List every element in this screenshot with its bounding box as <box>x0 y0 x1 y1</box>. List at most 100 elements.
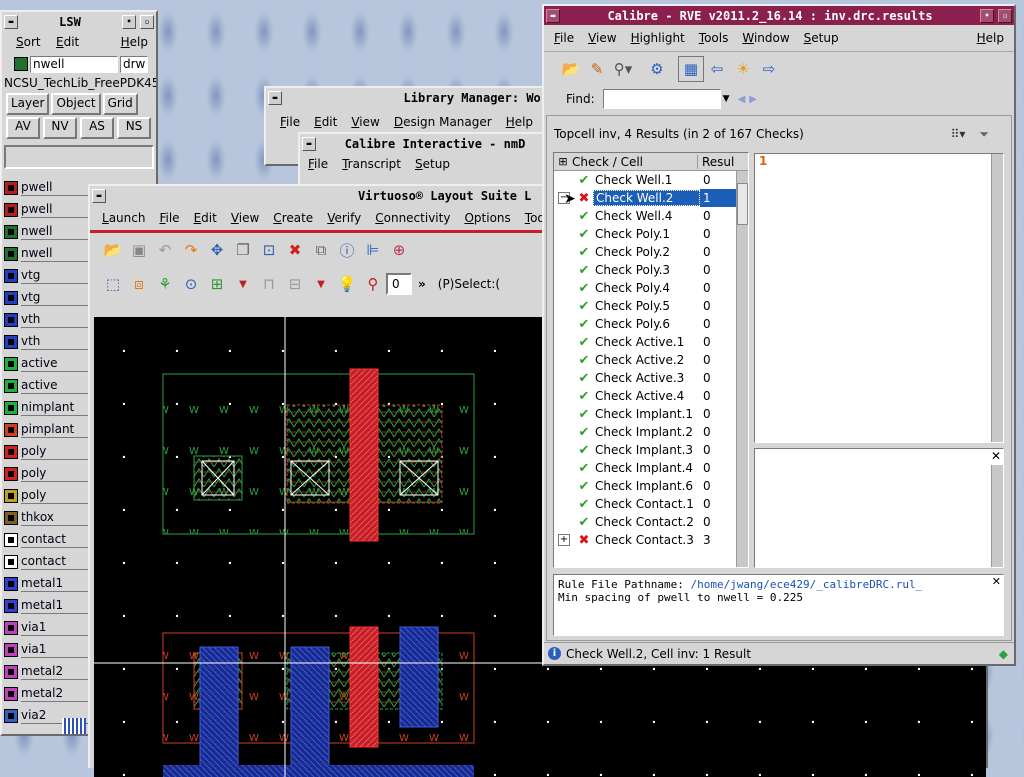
check-row[interactable]: ✔ Check Contact.1 0 <box>554 495 748 513</box>
properties-icon[interactable]: ⧉ <box>308 237 334 263</box>
menu-options[interactable]: Options <box>464 211 510 225</box>
calint-menu-transcript[interactable]: Transcript <box>342 157 401 171</box>
nv-button[interactable]: NV <box>43 117 77 139</box>
select-icon[interactable]: ⬚ <box>100 271 126 297</box>
lsw-layer-row[interactable]: contact <box>4 529 88 551</box>
lsw-layer-row[interactable]: poly <box>4 485 88 507</box>
menu-launch[interactable]: Launch <box>102 211 145 225</box>
lsw-layer-row[interactable]: nwell <box>4 221 88 243</box>
lsw-bottom-scroll[interactable] <box>62 718 86 734</box>
filter-icon[interactable]: ⏷ <box>979 127 989 142</box>
find-next-icon[interactable]: ▶ <box>749 94 757 105</box>
find-prev-icon[interactable]: ◀ <box>738 94 746 105</box>
rve-menu-highlight[interactable]: Highlight <box>631 31 685 45</box>
check-row[interactable]: ✔ Check Active.1 0 <box>554 333 748 351</box>
minimize-button[interactable]: • <box>980 8 994 23</box>
rve-titlebar[interactable]: ▬ Calibre - RVE v2011.2_16.14 : inv.drc.… <box>544 6 1014 25</box>
rve-menu-tools[interactable]: Tools <box>699 31 729 45</box>
ruler-icon[interactable]: ⊞ <box>204 271 230 297</box>
lsw-layer-row[interactable]: thkox <box>4 507 88 529</box>
check-row[interactable]: ✔ Check Poly.1 0 <box>554 225 748 243</box>
lsw-layer-row[interactable]: poly <box>4 463 88 485</box>
lsw-layer-row[interactable]: active <box>4 375 88 397</box>
info-icon[interactable]: ⓘ <box>334 237 360 263</box>
cell-scrollbar[interactable] <box>991 465 1003 567</box>
lsw-layer-row[interactable]: metal1 <box>4 573 88 595</box>
rule-file-path[interactable]: /home/jwang/ece429/_calibreDRC.rul_ <box>690 578 922 591</box>
tree-icon[interactable]: ⚘ <box>152 271 178 297</box>
lsw-titlebar[interactable]: ▬ LSW • ▫ <box>2 12 156 31</box>
check-row[interactable]: ✔ Check Active.3 0 <box>554 369 748 387</box>
calint-menu-file[interactable]: File <box>308 157 328 171</box>
window-menu-button[interactable]: ▬ <box>92 188 106 203</box>
libmgr-menu-view[interactable]: View <box>351 115 379 129</box>
check-row[interactable]: ✔ Check Well.4 0 <box>554 207 748 225</box>
menu-file[interactable]: File <box>159 211 179 225</box>
lsw-layer-row[interactable]: via1 <box>4 639 88 661</box>
check-row[interactable]: ✔ Check Active.2 0 <box>554 351 748 369</box>
back-arrow-icon[interactable]: ⇦ <box>704 56 730 82</box>
check-row[interactable]: ✔ Check Poly.3 0 <box>554 261 748 279</box>
libmgr-menu-edit[interactable]: Edit <box>314 115 337 129</box>
lsw-layer-row[interactable]: pwell <box>4 199 88 221</box>
detail-scrollbar[interactable] <box>991 154 1003 442</box>
scroll-thumb[interactable] <box>737 183 748 225</box>
menu-create[interactable]: Create <box>273 211 313 225</box>
window-menu-button[interactable]: ▬ <box>4 14 18 29</box>
check-row[interactable]: ✔ Check Poly.6 0 <box>554 315 748 333</box>
rve-menu-setup[interactable]: Setup <box>804 31 839 45</box>
result-number[interactable]: 1 <box>759 154 767 168</box>
check-row[interactable]: ✔ Check Implant.3 0 <box>554 441 748 459</box>
lsw-layer-row[interactable]: nimplant <box>4 397 88 419</box>
libmgr-titlebar[interactable]: ▬ Library Manager: Wor <box>266 88 552 107</box>
lsw-current-layer[interactable]: nwell drw <box>14 55 156 73</box>
delete-icon[interactable]: ✖ <box>282 237 308 263</box>
column-header-check[interactable]: Check / Cell <box>572 154 698 169</box>
calint-titlebar[interactable]: ▬ Calibre Interactive - nmD <box>300 134 552 153</box>
find-input[interactable] <box>602 89 721 109</box>
lsw-menu-sort[interactable]: Sort <box>16 35 41 49</box>
redo-icon[interactable]: ↷ <box>178 237 204 263</box>
rve-menu-help[interactable]: Help <box>977 31 1004 45</box>
layout-view-icon[interactable]: ⠿▾ <box>951 127 966 141</box>
lsw-layer-row[interactable]: vtg <box>4 265 88 287</box>
lightbulb-icon[interactable]: 💡 <box>334 271 360 297</box>
check-row[interactable]: ✔ Check Poly.2 0 <box>554 243 748 261</box>
check-row[interactable]: ✔ Check Well.1 0 <box>554 171 748 189</box>
maximize-button[interactable]: ▫ <box>140 14 154 29</box>
dropdown-icon[interactable]: ▼ <box>230 271 256 297</box>
as-button[interactable]: AS <box>80 117 114 139</box>
lsw-layer-row[interactable]: vth <box>4 309 88 331</box>
calint-menu-setup[interactable]: Setup <box>415 157 450 171</box>
find-dropdown-icon[interactable]: ▼ <box>723 94 730 104</box>
settings-icon[interactable]: ⚙ <box>644 56 670 82</box>
av-button[interactable]: AV <box>6 117 40 139</box>
check-row[interactable]: ✔ Check Contact.2 0 <box>554 513 748 531</box>
check-row[interactable]: ✔ Check Implant.4 0 <box>554 459 748 477</box>
zoom-icon[interactable]: ⚲▾ <box>610 56 636 82</box>
stretch-icon[interactable]: ⊡ <box>256 237 282 263</box>
minimize-button[interactable]: • <box>122 14 136 29</box>
lsw-layer-row[interactable]: metal2 <box>4 683 88 705</box>
lsw-layer-row[interactable]: vtg <box>4 287 88 309</box>
open-icon[interactable]: 📂 <box>100 237 126 263</box>
column-header-result[interactable]: Resul <box>698 155 734 169</box>
lsw-menu-help[interactable]: Help <box>121 35 148 49</box>
layer-button[interactable]: Layer <box>6 93 50 115</box>
ns-button[interactable]: NS <box>117 117 151 139</box>
open-icon[interactable]: 📂 <box>558 56 584 82</box>
menu-verify[interactable]: Verify <box>327 211 361 225</box>
object-button[interactable]: Object <box>51 93 101 115</box>
close-rule-pane-icon[interactable]: ✕ <box>992 575 1001 588</box>
libmgr-menu-help[interactable]: Help <box>506 115 533 129</box>
menu-connectivity[interactable]: Connectivity <box>375 211 450 225</box>
snap-icon[interactable]: ⊓ <box>256 271 282 297</box>
maximize-button[interactable]: ▫ <box>998 8 1012 23</box>
check-row[interactable]: ✔ Check Implant.1 0 <box>554 405 748 423</box>
wand-icon[interactable]: ✎ <box>584 56 610 82</box>
lsw-layer-row[interactable]: vth <box>4 331 88 353</box>
libmgr-menu-file[interactable]: File <box>280 115 300 129</box>
window-menu-button[interactable]: ▬ <box>268 90 282 105</box>
grid-button[interactable]: Grid <box>102 93 138 115</box>
libmgr-menu-design-manager[interactable]: Design Manager <box>394 115 492 129</box>
